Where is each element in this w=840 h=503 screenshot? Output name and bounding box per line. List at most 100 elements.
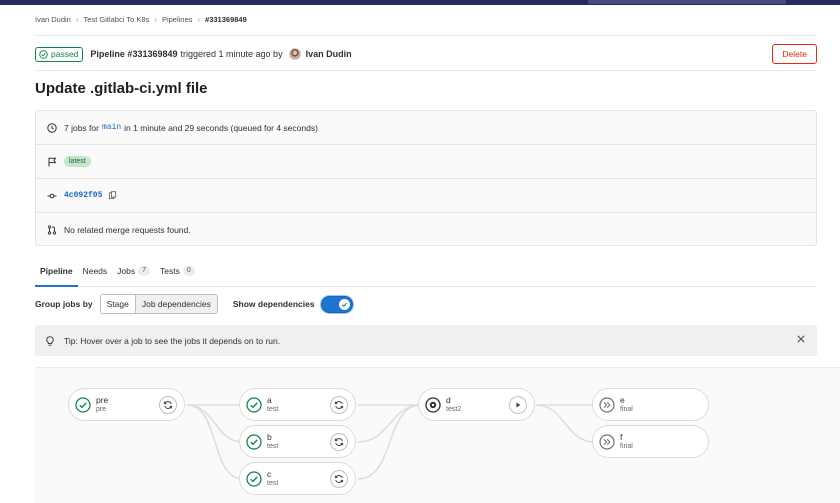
check-circle-icon <box>39 49 48 59</box>
job-name: f <box>620 431 623 442</box>
jobs-count-badge: 7 <box>138 266 151 276</box>
breadcrumb-item-user[interactable]: Ivan Dudin <box>35 15 71 24</box>
top-navbar <box>0 0 840 5</box>
manual-icon <box>425 396 441 413</box>
job-name: e <box>620 394 625 405</box>
merge-request-icon <box>47 225 57 235</box>
avatar[interactable] <box>288 48 301 60</box>
no-merge-requests-text: No related merge requests found. <box>64 225 191 235</box>
tab-jobs[interactable]: Jobs 7 <box>112 263 155 287</box>
triggered-text: triggered 1 minute ago by <box>180 49 283 59</box>
pipeline-title: Pipeline #331369849 <box>90 49 178 59</box>
link-pre-b <box>186 404 244 443</box>
job-name: d <box>446 394 451 405</box>
job-name: b <box>267 431 272 442</box>
retry-icon <box>334 475 344 483</box>
group-by-toggle: Stage Job dependencies <box>99 294 218 314</box>
success-icon <box>246 470 262 487</box>
breadcrumb-item-current[interactable]: #331369849 <box>205 15 247 24</box>
link-d-f <box>535 404 596 443</box>
play-icon <box>516 402 521 408</box>
commit-row: 4c092f05 <box>36 179 816 213</box>
job-stage: final <box>620 442 633 450</box>
tab-tests[interactable]: Tests 0 <box>155 263 200 287</box>
show-dependencies-label: Show dependencies <box>232 299 315 309</box>
job-name: pre <box>96 394 109 405</box>
link-b-d <box>357 404 422 443</box>
group-by-stage-button[interactable]: Stage <box>100 295 135 313</box>
jobs-summary-row: 7 jobs for main in 1 minute and 29 secon… <box>36 111 816 145</box>
success-icon <box>246 396 262 413</box>
link-c-d <box>357 404 422 480</box>
group-jobs-label: Group jobs by <box>35 299 93 309</box>
play-button[interactable] <box>509 396 527 414</box>
clock-icon <box>47 122 57 133</box>
retry-button[interactable] <box>330 396 348 414</box>
link-pre-c <box>186 404 244 480</box>
tab-label: Tests <box>160 266 180 276</box>
bulb-icon <box>46 335 54 346</box>
retry-icon <box>334 438 344 446</box>
tab-pipeline[interactable]: Pipeline <box>35 263 78 287</box>
pipeline-header: passed Pipeline #331369849 triggered 1 m… <box>35 44 817 64</box>
check-icon <box>338 298 350 310</box>
job-f[interactable]: f final <box>592 425 709 458</box>
tab-label: Pipeline <box>40 266 73 276</box>
show-dependencies-toggle[interactable] <box>320 295 353 313</box>
delete-button[interactable]: Delete <box>772 44 817 64</box>
skipped-icon <box>599 433 615 450</box>
job-stage: pre <box>96 405 107 413</box>
job-stage: test2 <box>446 405 462 413</box>
jobs-summary-suffix: in 1 minute and 29 seconds (queued for 4… <box>124 122 318 133</box>
job-b[interactable]: b test <box>239 425 356 458</box>
chevron-right-icon: › <box>197 15 201 24</box>
retry-button[interactable] <box>159 396 177 414</box>
search-bar[interactable] <box>588 0 786 4</box>
group-by-dependencies-button[interactable]: Job dependencies <box>134 295 217 313</box>
branch-link[interactable]: main <box>102 123 121 132</box>
tip-text: Tip: Hover over a job to see the jobs it… <box>64 335 281 346</box>
group-jobs-bar: Group jobs by Stage Job dependencies Sho… <box>35 294 353 314</box>
retry-button[interactable] <box>330 433 348 451</box>
close-icon[interactable] <box>797 335 805 343</box>
jobs-summary-prefix: 7 jobs for <box>64 122 99 133</box>
success-icon <box>246 433 262 450</box>
job-e[interactable]: e final <box>592 388 709 421</box>
author-link[interactable]: Ivan Dudin <box>306 49 352 59</box>
copy-icon[interactable] <box>108 191 117 200</box>
latest-badge: latest <box>64 156 91 167</box>
page-title: Update .gitlab-ci.yml file <box>35 80 208 97</box>
job-stage: test <box>267 405 279 413</box>
pipeline-tabs: Pipeline Needs Jobs 7 Tests 0 <box>35 263 817 287</box>
breadcrumb-item-pipelines[interactable]: Pipelines <box>162 15 192 24</box>
job-a[interactable]: a test <box>239 388 356 421</box>
pipeline-graph: pre pre a test b test c test d test2 e final f… <box>35 367 840 503</box>
status-badge[interactable]: passed <box>35 46 84 62</box>
commit-sha-link[interactable]: 4c092f05 <box>64 191 102 200</box>
tab-label: Jobs <box>117 266 136 276</box>
retry-button[interactable] <box>330 470 348 488</box>
commit-icon <box>47 193 57 198</box>
job-stage: test <box>267 442 279 450</box>
tags-row: latest <box>36 145 816 179</box>
job-name: a <box>267 394 272 405</box>
status-label: passed <box>51 49 79 59</box>
job-stage: final <box>620 405 633 413</box>
flag-icon <box>48 157 57 166</box>
chevron-right-icon: › <box>154 15 157 24</box>
tab-needs[interactable]: Needs <box>78 263 113 287</box>
job-pre[interactable]: pre pre <box>68 388 185 421</box>
pipeline-info-panel: 7 jobs for main in 1 minute and 29 secon… <box>35 110 817 246</box>
tip-alert: Tip: Hover over a job to see the jobs it… <box>35 325 817 356</box>
divider <box>35 35 817 36</box>
skipped-icon <box>599 396 615 413</box>
breadcrumb-item-project[interactable]: Test Gitlabci To K8s <box>84 15 150 24</box>
chevron-right-icon: › <box>75 15 79 24</box>
tests-count-badge: 0 <box>182 266 195 276</box>
merge-requests-row: No related merge requests found. <box>36 213 816 247</box>
job-c[interactable]: c test <box>239 462 356 495</box>
retry-icon <box>334 401 344 409</box>
divider <box>35 70 817 71</box>
job-name: c <box>267 468 272 479</box>
job-d[interactable]: d test2 <box>418 388 535 421</box>
